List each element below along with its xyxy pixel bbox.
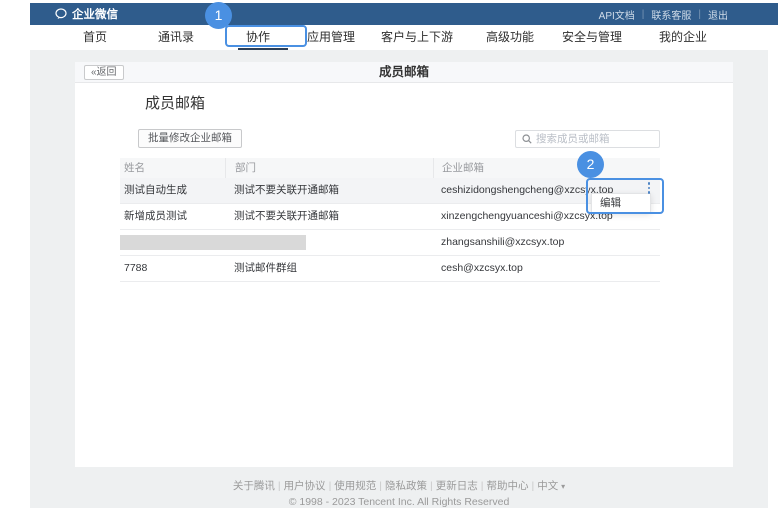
table-body: 测试自动生成测试不要关联开通邮箱ceshizidongshengcheng@xz… — [120, 178, 660, 282]
column-header-1: 姓名 — [120, 158, 225, 178]
cell-email: cesh@xzcsyx.top — [433, 256, 660, 281]
topbar-link-3[interactable]: 退出 — [708, 7, 728, 22]
table-row[interactable]: 测试自动生成测试不要关联开通邮箱ceshizidongshengcheng@xz… — [120, 178, 660, 204]
footer-link-separator: | — [278, 480, 281, 492]
table-row[interactable]: 7788测试邮件群组cesh@xzcsyx.top — [120, 256, 660, 282]
cell-dept: 测试不要关联开通邮箱 — [225, 204, 433, 229]
nav-tab-4[interactable]: 应用管理 — [307, 25, 355, 50]
footer-links: 关于腾讯|用户协议|使用规范|隐私政策|更新日志|帮助中心|中文 ▾ — [30, 478, 768, 493]
footer-link-separator: | — [430, 480, 433, 492]
member-mailbox-card: «返回 成员邮箱 成员邮箱 批量修改企业邮箱 姓名部门企业邮箱 测试自动生成测试… — [75, 62, 733, 467]
search-input[interactable] — [536, 133, 655, 145]
main-nav: 首页 通讯录 协作 应用管理 客户与上下游 高级功能 安全与管理 我的企业 — [30, 25, 778, 50]
nav-tab-5[interactable]: 客户与上下游 — [381, 25, 453, 50]
cell-dept: 测试不要关联开通邮箱 — [225, 178, 433, 203]
copyright-text: © 1998 - 2023 Tencent Inc. All Rights Re… — [30, 496, 768, 508]
search-box[interactable] — [515, 130, 660, 148]
search-icon — [522, 134, 532, 144]
cell-name: 新增成员测试 — [120, 204, 225, 229]
footer: 关于腾讯|用户协议|使用规范|隐私政策|更新日志|帮助中心|中文 ▾ © 199… — [30, 478, 768, 508]
footer-link-separator: | — [329, 480, 332, 492]
page-title: 成员邮箱 — [75, 62, 733, 83]
topbar-link-separator: | — [698, 9, 701, 20]
footer-link-separator: | — [481, 480, 484, 492]
footer-link-1[interactable]: 关于腾讯 — [233, 480, 275, 492]
page: 企业微信 API文档 | 联系客服 | 退出 首页 通讯录 协作 应用管理 客户与上下游 高级功能… — [0, 0, 778, 526]
footer-link-separator: | — [532, 480, 535, 492]
column-header-3: 企业邮箱 — [433, 158, 660, 178]
column-header-2: 部门 — [225, 158, 433, 178]
card-header: «返回 成员邮箱 — [75, 62, 733, 83]
language-selector[interactable]: 中文 ▾ — [537, 480, 565, 492]
batch-edit-mailbox-button[interactable]: 批量修改企业邮箱 — [138, 129, 242, 148]
app-logo[interactable]: 企业微信 — [55, 6, 118, 22]
table-row[interactable]: zhangsanshili@xzcsyx.top — [120, 230, 660, 256]
annotation-badge-1: 1 — [205, 2, 232, 29]
footer-link-2[interactable]: 用户协议 — [284, 480, 326, 492]
topbar: 企业微信 API文档 | 联系客服 | 退出 — [30, 3, 778, 25]
nav-tab-7[interactable]: 安全与管理 — [562, 25, 622, 50]
cell-name: 测试自动生成 — [120, 178, 225, 203]
footer-link-3[interactable]: 使用规范 — [334, 480, 376, 492]
content-background: «返回 成员邮箱 成员邮箱 批量修改企业邮箱 姓名部门企业邮箱 测试自动生成测试… — [30, 50, 768, 508]
annotation-badge-2: 2 — [577, 151, 604, 178]
section-title: 成员邮箱 — [145, 92, 205, 113]
mailbox-table: 姓名部门企业邮箱 测试自动生成测试不要关联开通邮箱ceshizidongshen… — [120, 158, 660, 282]
nav-tab-6[interactable]: 高级功能 — [486, 25, 534, 50]
row-actions-dropdown: 编辑 — [591, 193, 651, 213]
nav-tab-1[interactable]: 首页 — [83, 25, 107, 50]
nav-tab-3[interactable]: 协作 — [246, 25, 270, 50]
topbar-link-separator: | — [642, 9, 645, 20]
footer-link-6[interactable]: 帮助中心 — [487, 480, 529, 492]
footer-link-separator: | — [379, 480, 382, 492]
topbar-link-2[interactable]: 联系客服 — [651, 7, 691, 22]
app-logo-text: 企业微信 — [72, 6, 118, 22]
topbar-links: API文档 | 联系客服 | 退出 — [599, 7, 728, 22]
edit-menu-item[interactable]: 编辑 — [592, 194, 650, 213]
cell-name: 7788 — [120, 256, 225, 281]
redacted-block — [120, 235, 306, 250]
footer-link-4[interactable]: 隐私政策 — [385, 480, 427, 492]
footer-link-5[interactable]: 更新日志 — [436, 480, 478, 492]
caret-down-icon: ▾ — [561, 482, 565, 491]
cell-dept: 测试邮件群组 — [225, 256, 433, 281]
table-row[interactable]: 新增成员测试测试不要关联开通邮箱xinzengchengyuanceshi@xz… — [120, 204, 660, 230]
chat-bubble-icon — [55, 8, 68, 20]
nav-tab-8[interactable]: 我的企业 — [659, 25, 707, 50]
nav-tab-2[interactable]: 通讯录 — [158, 25, 194, 50]
row-actions-kebab-icon[interactable] — [644, 181, 654, 195]
topbar-link-1[interactable]: API文档 — [599, 7, 635, 22]
cell-email: zhangsanshili@xzcsyx.top — [433, 230, 660, 255]
